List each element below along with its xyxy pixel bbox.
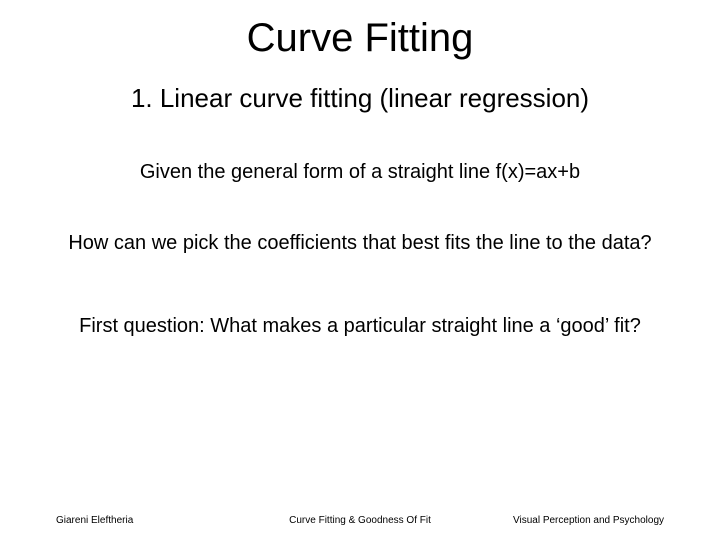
slide-footer: Giareni Eleftheria Curve Fitting & Goodn… — [0, 515, 720, 526]
body-text-3: First question: What makes a particular … — [30, 314, 690, 339]
body-text-1: Given the general form of a straight lin… — [30, 160, 690, 185]
footer-topic: Curve Fitting & Goodness Of Fit — [259, 515, 462, 526]
slide-subtitle: 1. Linear curve fitting (linear regressi… — [30, 83, 690, 114]
slide-title: Curve Fitting — [30, 16, 690, 61]
footer-author: Giareni Eleftheria — [56, 515, 259, 526]
slide: Curve Fitting 1. Linear curve fitting (l… — [0, 0, 720, 540]
footer-course: Visual Perception and Psychology — [461, 515, 664, 526]
body-text-2: How can we pick the coefficients that be… — [30, 231, 690, 256]
